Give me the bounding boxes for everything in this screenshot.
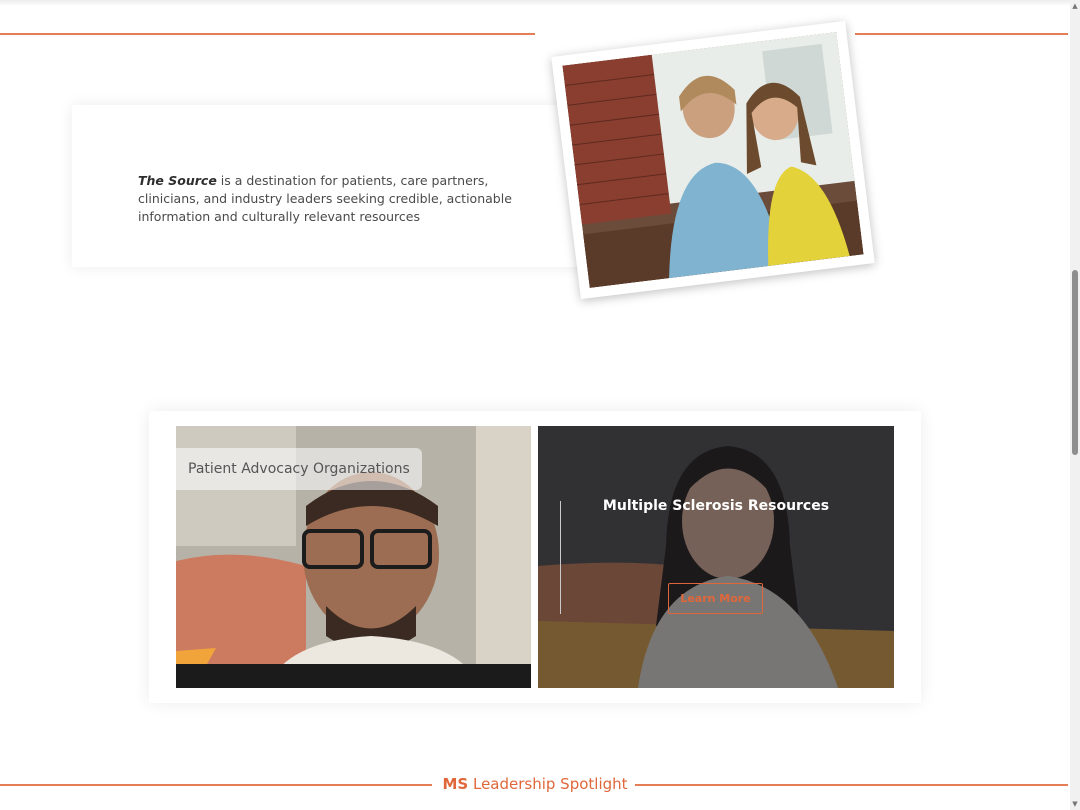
intro-card: The Source is a destination for patients… [72,105,602,267]
ms-card-overlay [538,426,894,688]
vertical-scrollbar[interactable]: ▲ ▼ [1070,0,1080,810]
spotlight-title: Leadership Spotlight [468,775,628,793]
polaroid-photo [551,20,875,300]
divider-left [0,33,535,35]
scroll-down-icon[interactable]: ▼ [1070,798,1080,810]
header-shadow [0,0,1070,6]
learn-more-button[interactable]: Learn More [668,583,763,614]
mother-daughter-photo [562,32,864,288]
ms-resources-card: Multiple Sclerosis Resources Learn More [538,426,894,688]
patient-advocacy-card[interactable]: Patient Advocacy Organizations [176,426,531,688]
scrollbar-thumb[interactable] [1072,270,1078,455]
patient-advocacy-label: Patient Advocacy Organizations [176,448,422,490]
spotlight-prefix: MS [442,775,469,793]
ms-card-accent-line [560,501,561,614]
resource-cards: Patient Advocacy Organizations Multiple … [149,411,921,703]
scroll-up-icon[interactable]: ▲ [1070,0,1080,12]
ms-resources-title: Multiple Sclerosis Resources [602,498,830,514]
ms-leadership-spotlight-heading: MS Leadership Spotlight [0,775,1070,793]
divider-right [855,33,1068,35]
intro-brand: The Source [138,172,217,188]
intro-text: The Source is a destination for patients… [138,172,548,226]
